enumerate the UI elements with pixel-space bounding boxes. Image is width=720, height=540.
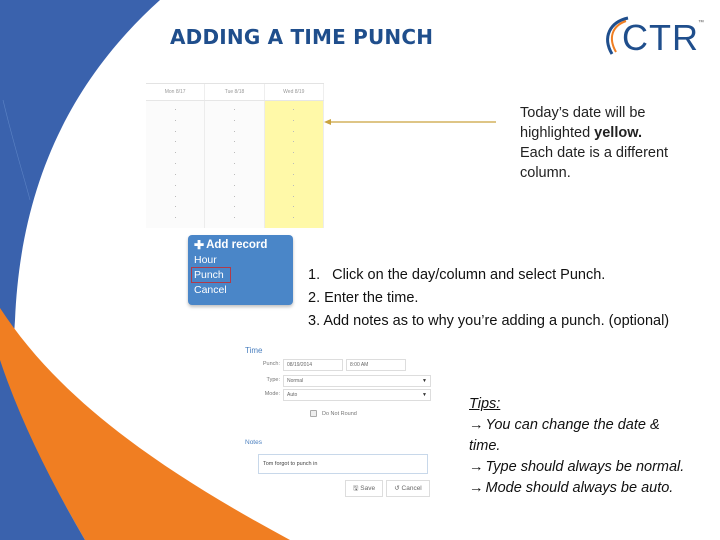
notes-input[interactable]: Tom forgot to punch in: [258, 454, 428, 474]
time-section-title: Time: [245, 346, 263, 355]
logo-trademark: ™: [698, 20, 704, 26]
punch-date-input[interactable]: 08/19/2014: [283, 359, 343, 371]
arrow-right-icon: →: [469, 480, 484, 496]
calendar-header: Mon 8/17 Tue 8/18 Wed 8/19: [146, 84, 324, 101]
logo-text: CTR: [622, 17, 699, 58]
dropdown-arrow-icon: ▼: [422, 378, 427, 384]
type-label: Type:: [266, 377, 280, 383]
add-record-menu: ✚ Add record Hour Punch Cancel: [188, 235, 293, 305]
calendar-week-view: Mon 8/17 Tue 8/18 Wed 8/19: [146, 83, 324, 228]
slide-title: ADDING A TIME PUNCH: [170, 25, 434, 49]
cancel-button[interactable]: ↺ Cancel: [386, 480, 430, 497]
plus-icon: ✚: [194, 238, 205, 252]
punch-time-input[interactable]: 8:00 AM: [346, 359, 406, 371]
do-not-round-label: Do Not Round: [322, 411, 357, 417]
mode-label: Mode:: [264, 391, 280, 397]
dropdown-arrow-icon: ▼: [422, 392, 427, 398]
step-1: 1. Click on the day/column and select Pun…: [308, 267, 606, 283]
undo-icon: ↺: [394, 485, 400, 492]
tips-title: Tips:: [469, 396, 501, 412]
step-3: 3. Add notes as to why you’re adding a p…: [308, 313, 670, 329]
calendar-column-header-today[interactable]: Wed 8/19: [265, 84, 324, 100]
tips-box: Tips: → You can change the date & time. →…: [469, 394, 720, 499]
step-2: 2. Enter the time.: [308, 290, 419, 306]
add-record-title: ✚ Add record: [194, 238, 268, 252]
arrow-right-icon: →: [469, 459, 484, 475]
type-select[interactable]: Normal ▼: [283, 375, 431, 387]
calendar-day-column-today[interactable]: [264, 101, 324, 228]
notes-section-title: Notes: [245, 439, 262, 446]
instruction-steps: 1. Click on the day/column and select Pun…: [308, 264, 720, 333]
calendar-day-column[interactable]: [146, 101, 206, 228]
do-not-round-checkbox[interactable]: [310, 410, 317, 417]
calendar-column-header[interactable]: Mon 8/17: [146, 84, 206, 100]
punch-label: Punch:: [262, 361, 280, 367]
ctr-logo: CTR ™: [600, 12, 710, 62]
today-callout: Today’s date will be highlighted yellow.…: [520, 105, 669, 181]
save-icon: 🖫: [352, 485, 359, 492]
pointer-arrow-icon: [324, 119, 496, 125]
menu-item-cancel[interactable]: Cancel: [194, 283, 290, 297]
mode-select[interactable]: Auto ▼: [283, 389, 431, 401]
calendar-day-column[interactable]: [205, 101, 265, 228]
arrow-right-icon: →: [469, 417, 484, 433]
menu-item-punch[interactable]: Punch: [191, 267, 231, 283]
save-button[interactable]: 🖫 Save: [345, 480, 383, 497]
time-punch-form: Time Punch: 08/19/2014 8:00 AM Type: Nor…: [240, 343, 435, 503]
calendar-column-header[interactable]: Tue 8/18: [205, 84, 265, 100]
menu-item-hour[interactable]: Hour: [194, 253, 290, 267]
